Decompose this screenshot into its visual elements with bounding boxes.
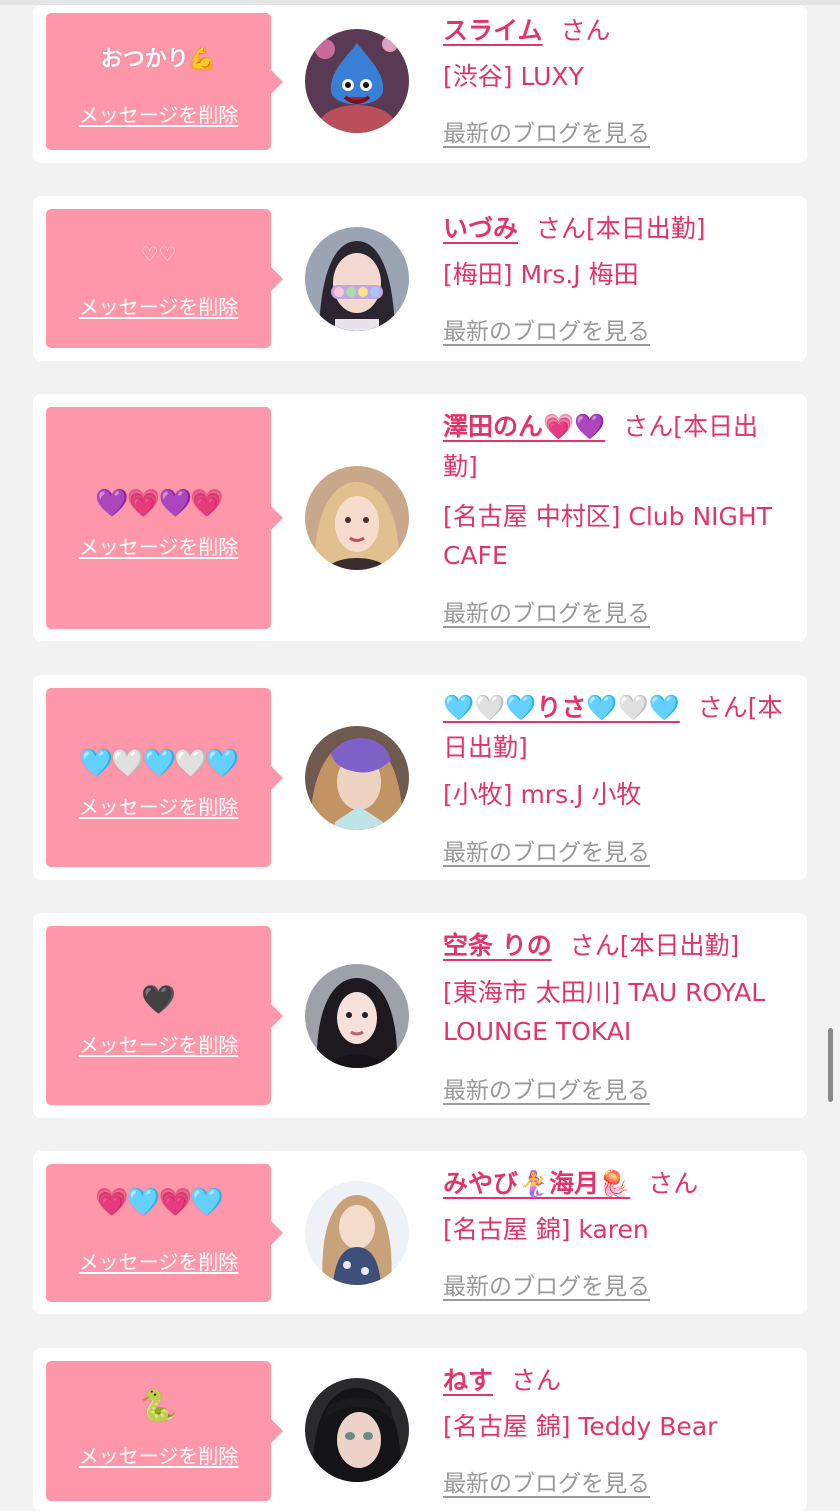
cast-name-line: ねす さん [443, 1361, 789, 1401]
honorific: さん [697, 693, 748, 722]
latest-blog-link[interactable]: 最新のブログを見る [443, 1071, 650, 1105]
cast-name-line: 🩵🤍🩵りさ🩵🤍🩵 さん[本日出勤] [443, 688, 789, 768]
avatar[interactable] [305, 1378, 409, 1482]
latest-blog-link[interactable]: 最新のブログを見る [443, 833, 650, 867]
favorite-card: 🩵🤍🩵🤍🩵 メッセージを削除 🩵🤍🩵りさ🩵🤍🩵 さん[本日出勤] [小牧] mrs… [33, 675, 807, 880]
honorific: さん [648, 1169, 699, 1198]
cast-name-line: みやび🧜‍♀️海月🪼 さん [443, 1164, 789, 1204]
work-status: [本日出勤] [586, 214, 706, 243]
delete-message-link[interactable]: メッセージを削除 [46, 99, 271, 128]
cast-name-link[interactable]: 空条 りの [443, 931, 552, 960]
message-box: おつかり💪 メッセージを削除 [46, 13, 283, 150]
favorite-card: ♡♡ メッセージを削除 いづみ さん[本日出勤] [梅田] Mrs.J 梅田 最新… [33, 196, 807, 361]
honorific: さん [560, 16, 611, 45]
scrollbar-thumb[interactable] [828, 1028, 833, 1102]
delete-message-link[interactable]: メッセージを削除 [46, 291, 271, 320]
cast-name-line: 空条 りの さん[本日出勤] [443, 926, 789, 966]
cast-name-link[interactable]: 澤田のん💗💜 [443, 412, 605, 441]
shop-info: [名古屋 錦] karen [443, 1215, 649, 1244]
cast-name-line: いづみ さん[本日出勤] [443, 209, 789, 249]
latest-blog-link[interactable]: 最新のブログを見る [443, 594, 650, 628]
honorific: さん [536, 214, 587, 243]
cast-name-link[interactable]: いづみ [443, 214, 518, 243]
message-box: 💜💗💜💗 メッセージを削除 [46, 407, 283, 629]
shop-info: [小牧] mrs.J 小牧 [443, 780, 642, 809]
latest-blog-link[interactable]: 最新のブログを見る [443, 312, 650, 346]
cast-name-link[interactable]: スライム [443, 16, 543, 45]
message-text: 🖤 [141, 983, 176, 1016]
cast-name-link[interactable]: ねす [443, 1366, 493, 1395]
honorific: さん [569, 931, 620, 960]
cast-name-line: 澤田のん💗💜 さん[本日出勤] [443, 407, 789, 487]
message-text: 🩵🤍🩵🤍🩵 [79, 748, 239, 779]
honorific: さん [623, 412, 674, 441]
favorite-card: 🖤 メッセージを削除 空条 りの さん[本日出勤] [東海市 太田川] TAU R… [33, 913, 807, 1118]
honorific: さん [511, 1366, 562, 1395]
latest-blog-link[interactable]: 最新のブログを見る [443, 1267, 650, 1301]
message-text: 💗🩵💗🩵 [95, 1187, 223, 1218]
message-text: 🐍 [139, 1389, 178, 1424]
favorite-card: 💗🩵💗🩵 メッセージを削除 みやび🧜‍♀️海月🪼 さん [名古屋 錦] karen… [33, 1151, 807, 1314]
message-box: 🩵🤍🩵🤍🩵 メッセージを削除 [46, 688, 283, 867]
latest-blog-link[interactable]: 最新のブログを見る [443, 114, 650, 148]
work-status: [本日出勤] [619, 931, 740, 960]
delete-message-link[interactable]: メッセージを削除 [46, 1246, 271, 1275]
latest-blog-link[interactable]: 最新のブログを見る [443, 1464, 650, 1498]
delete-message-link[interactable]: メッセージを削除 [46, 1029, 271, 1058]
message-text: 💜💗💜💗 [95, 488, 223, 519]
delete-message-link[interactable]: メッセージを削除 [46, 531, 271, 560]
shop-info: [名古屋 錦] Teddy Bear [443, 1412, 718, 1441]
message-box: 🐍 メッセージを削除 [46, 1361, 283, 1501]
cast-name-line: スライム さん [443, 11, 789, 51]
shop-info: [東海市 太田川] TAU ROYAL LOUNGE TOKAI [443, 978, 766, 1046]
favorite-card: おつかり💪 メッセージを削除 スライム さん [渋谷] LUXY 最新のブログを見… [33, 5, 807, 163]
favorite-card: 💜💗💜💗 メッセージを削除 澤田のん💗💜 さん[本日出勤] [名古屋 中村区] C… [33, 394, 807, 641]
shop-info: [名古屋 中村区] Club NIGHT CAFE [443, 502, 772, 570]
message-box: 🖤 メッセージを削除 [46, 926, 283, 1105]
shop-info: [渋谷] LUXY [443, 62, 584, 91]
shop-info: [梅田] Mrs.J 梅田 [443, 260, 639, 289]
cast-name-link[interactable]: 🩵🤍🩵りさ🩵🤍🩵 [443, 693, 680, 722]
message-box: 💗🩵💗🩵 メッセージを削除 [46, 1164, 283, 1302]
avatar[interactable] [305, 1181, 409, 1285]
favorite-card: 🐍 メッセージを削除 ねす さん [名古屋 錦] Teddy Bear 最新のブロ… [33, 1348, 807, 1511]
message-text: おつかり💪 [100, 47, 217, 72]
delete-message-link[interactable]: メッセージを削除 [46, 791, 271, 820]
avatar[interactable] [305, 29, 409, 133]
cast-name-link[interactable]: みやび🧜‍♀️海月🪼 [443, 1169, 630, 1198]
avatar[interactable] [305, 227, 409, 331]
avatar[interactable] [305, 466, 409, 570]
message-text: ♡♡ [140, 242, 177, 266]
avatar[interactable] [305, 726, 409, 830]
avatar[interactable] [305, 964, 409, 1068]
delete-message-link[interactable]: メッセージを削除 [46, 1440, 271, 1469]
message-box: ♡♡ メッセージを削除 [46, 209, 283, 348]
